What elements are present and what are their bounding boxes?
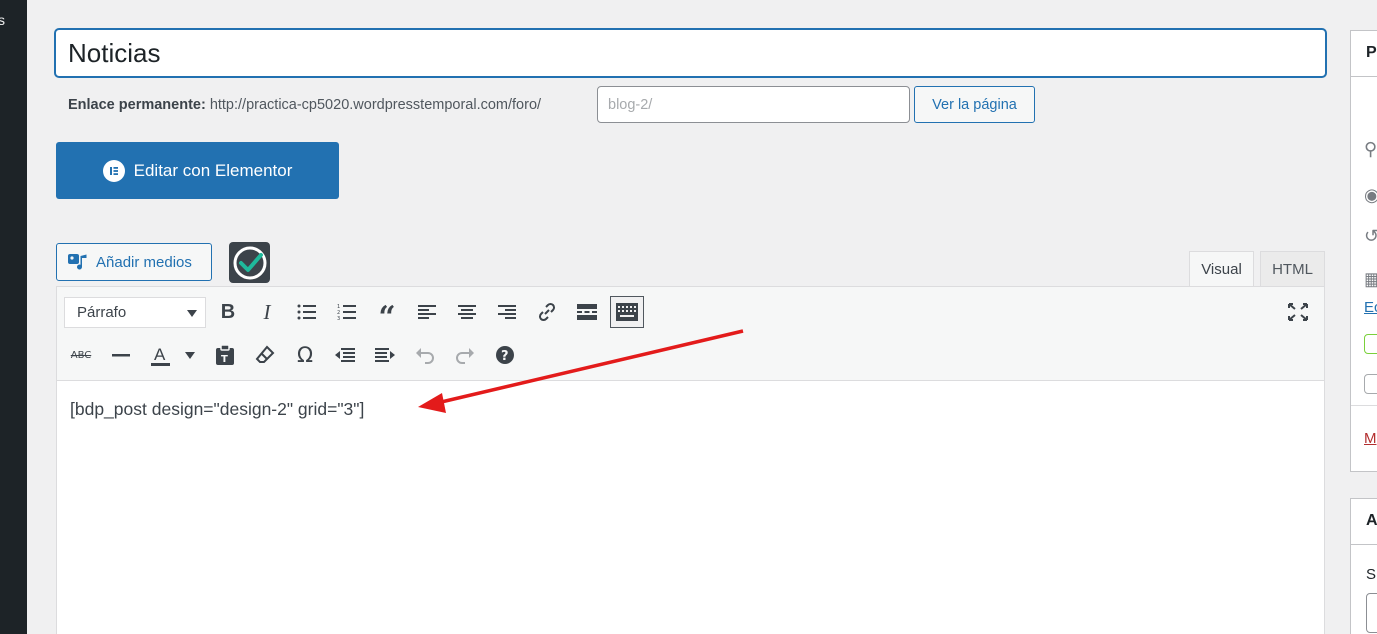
attributes-sub-label: Sı: [1366, 566, 1377, 583]
post-title-value: Noticias: [68, 37, 161, 68]
read-more-icon: [577, 304, 597, 320]
permalink-base-url: http://practica-cp5020.wordpresstemporal…: [209, 96, 542, 113]
yoast-readability-icon: [1364, 374, 1377, 394]
link-icon: [538, 302, 556, 322]
add-media-button[interactable]: Añadir medios: [56, 243, 212, 281]
eraser-icon: [255, 345, 275, 363]
help-icon: ?: [496, 346, 514, 364]
align-center-button[interactable]: [450, 296, 484, 328]
admin-sidebar: s: [0, 0, 27, 634]
align-left-icon: [418, 305, 436, 319]
undo-icon: [416, 348, 434, 364]
horizontal-line-icon: [112, 354, 130, 357]
edit-with-elementor-button[interactable]: Editar con Elementor: [56, 142, 339, 199]
clear-formatting-button[interactable]: [248, 339, 282, 371]
align-right-icon: [498, 305, 516, 319]
sidebar-partial-label[interactable]: s: [0, 12, 5, 28]
horizontal-line-button[interactable]: [104, 339, 138, 371]
attributes-panel-header[interactable]: A: [1351, 499, 1377, 545]
svg-text:3: 3: [337, 316, 340, 321]
attributes-panel: A Sı: [1350, 498, 1377, 634]
calendar-icon: ▦: [1364, 269, 1377, 289]
fullscreen-button[interactable]: [1281, 296, 1315, 328]
paste-text-button[interactable]: T: [208, 339, 242, 371]
align-right-button[interactable]: [490, 296, 524, 328]
editor-content[interactable]: [bdp_post design="design-2" grid="3"]: [70, 399, 364, 420]
format-select-value: Párrafo: [77, 304, 127, 321]
post-title-input[interactable]: Noticias: [55, 29, 1326, 77]
tab-visual[interactable]: Visual: [1189, 251, 1254, 287]
shortcode-text: [bdp_post design="design-2" grid="3"]: [70, 399, 365, 419]
outdent-button[interactable]: [328, 339, 362, 371]
bullet-list-icon: [297, 304, 316, 320]
bold-button[interactable]: B: [211, 296, 245, 328]
toolbar-toggle-button[interactable]: [610, 296, 644, 328]
svg-text:T: T: [221, 354, 228, 365]
italic-icon: I: [263, 299, 271, 324]
indent-button[interactable]: [368, 339, 402, 371]
text-color-button[interactable]: A: [145, 339, 175, 371]
blockquote-icon: “: [378, 300, 396, 335]
yoast-seo-icon: [1364, 334, 1377, 354]
strikethrough-button[interactable]: ABC: [64, 339, 98, 371]
chevron-down-icon: [187, 310, 197, 317]
publish-panel-header[interactable]: P: [1351, 31, 1377, 77]
eye-icon: ◉: [1364, 185, 1377, 205]
outdent-icon: [335, 348, 355, 362]
bold-icon: B: [220, 300, 236, 323]
indent-icon: [375, 348, 395, 362]
checkmark-circle-icon: [233, 246, 266, 279]
italic-button[interactable]: I: [250, 296, 284, 328]
tab-html[interactable]: HTML: [1260, 251, 1325, 287]
svg-text:A: A: [154, 345, 166, 364]
plugin-check-button[interactable]: [229, 242, 270, 283]
numbered-list-button[interactable]: 123: [330, 296, 364, 328]
chevron-down-icon: [185, 351, 195, 359]
editor-toolbar: Párrafo B I 123 “ ABC A T Ω ?: [57, 287, 1324, 381]
text-color-icon: A: [151, 345, 170, 366]
omega-icon: Ω: [296, 343, 314, 367]
svg-text:?: ?: [501, 349, 509, 364]
redo-icon: [456, 348, 474, 364]
attributes-select[interactable]: [1366, 593, 1377, 633]
clipboard-icon: T: [216, 345, 234, 365]
view-page-button[interactable]: Ver la página: [914, 86, 1035, 123]
redo-button[interactable]: [448, 339, 482, 371]
numbered-list-icon: 123: [337, 304, 356, 321]
permalink-row: Enlace permanente: http://practica-cp502…: [68, 86, 541, 123]
elementor-button-label: Editar con Elementor: [133, 160, 293, 180]
keyboard-shortcuts-button[interactable]: ?: [488, 339, 522, 371]
edit-date-link[interactable]: Ec: [1364, 299, 1377, 316]
align-center-icon: [458, 305, 476, 319]
media-icon: [67, 253, 89, 271]
text-color-dropdown[interactable]: [175, 339, 205, 371]
slug-placeholder: blog-2/: [608, 96, 653, 113]
fullscreen-icon: [1288, 303, 1308, 321]
strikethrough-icon: ABC: [70, 349, 92, 361]
permalink-label: Enlace permanente:: [68, 96, 206, 113]
special-character-button[interactable]: Ω: [288, 339, 322, 371]
history-icon: ↺: [1364, 226, 1377, 246]
pin-icon: ⚲: [1364, 139, 1377, 159]
format-select[interactable]: Párrafo: [64, 297, 206, 328]
publish-panel: P ⚲ ◉ ↺ ▦ Ec M: [1350, 30, 1377, 472]
add-media-label: Añadir medios: [96, 253, 192, 271]
keyboard-icon: [616, 303, 638, 321]
elementor-icon: [102, 159, 125, 182]
bullet-list-button[interactable]: [290, 296, 324, 328]
move-to-trash-link[interactable]: M: [1364, 430, 1377, 447]
read-more-button[interactable]: [570, 296, 604, 328]
blockquote-button[interactable]: “: [370, 296, 404, 333]
classic-editor: Párrafo B I 123 “ ABC A T Ω ? [bdp_post …: [56, 286, 1325, 634]
insert-link-button[interactable]: [530, 296, 564, 328]
undo-button[interactable]: [408, 339, 442, 371]
align-left-button[interactable]: [410, 296, 444, 328]
permalink-slug-input[interactable]: blog-2/: [597, 86, 910, 123]
